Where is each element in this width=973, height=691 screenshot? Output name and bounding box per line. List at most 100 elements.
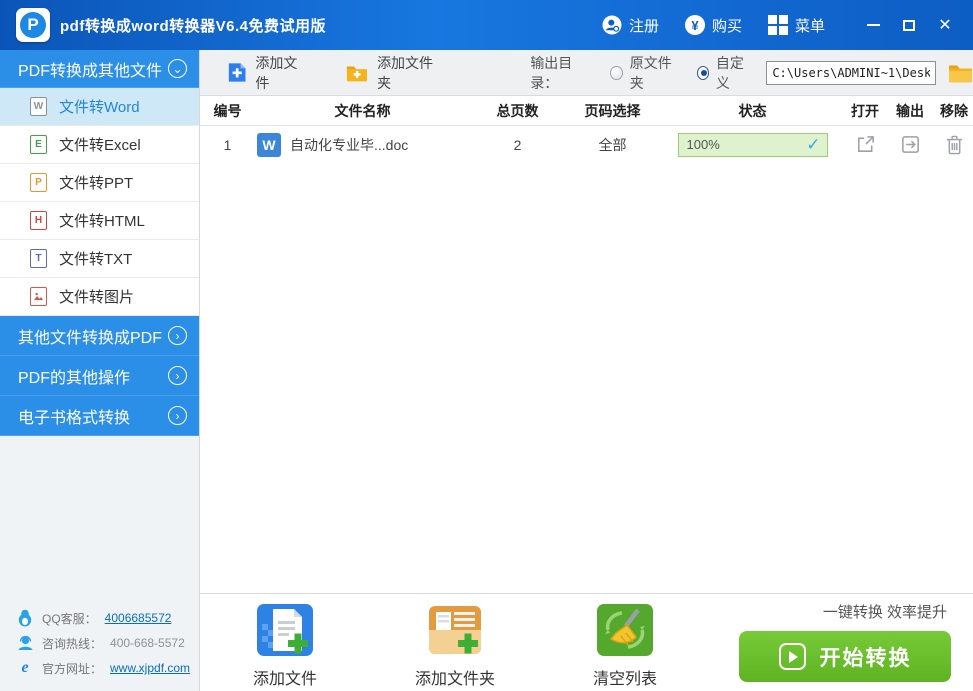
maximize-icon bbox=[903, 19, 915, 31]
close-button[interactable]: ✕ bbox=[927, 8, 963, 42]
output-dir-label: 输出目录： bbox=[530, 54, 573, 91]
add-folder-label: 添加文件夹 bbox=[377, 54, 434, 91]
col-filename: 文件名称 bbox=[334, 102, 391, 119]
sidebar-item-pdf-to-excel[interactable]: E 文件转Excel bbox=[0, 126, 199, 164]
table-header: 编号 文件名称 总页数 页码选择 状态 打开 输出 移除 bbox=[200, 96, 973, 126]
app-logo-p-icon: P bbox=[20, 12, 46, 38]
add-folder-button[interactable]: 添加文件夹 bbox=[346, 53, 438, 93]
row-status: 100% ✓ bbox=[660, 132, 845, 157]
sidebar-section-ebook[interactable]: 电子书格式转换 › bbox=[0, 396, 199, 436]
add-file-big-icon bbox=[257, 604, 313, 656]
ppt-doc-icon: P bbox=[30, 173, 47, 192]
toolbar: 添加文件 添加文件夹 输出目录： 原文件夹 自定义 C:\Users\ADMIN… bbox=[200, 50, 973, 96]
sidebar-item-pdf-to-ppt[interactable]: P 文件转PPT bbox=[0, 164, 199, 202]
qq-service-row: QQ客服： 4006685572 bbox=[16, 609, 199, 627]
app-window: P pdf转换成word转换器V6.4免费试用版 注册 ¥ 购买 菜单 ✕ PD… bbox=[0, 0, 973, 691]
open-external-icon bbox=[857, 136, 874, 152]
browser-e-icon: e bbox=[21, 659, 29, 676]
maximize-button[interactable] bbox=[891, 8, 927, 42]
row-pages: 2 bbox=[513, 136, 522, 153]
radio-checked-icon bbox=[696, 65, 709, 80]
sidebar-item-pdf-to-word[interactable]: W 文件转Word bbox=[0, 88, 199, 126]
radio-custom[interactable]: 自定义 bbox=[696, 53, 753, 93]
progress-percent: 100% bbox=[686, 137, 720, 152]
minimize-button[interactable] bbox=[855, 8, 891, 42]
remove-file-button[interactable] bbox=[935, 134, 973, 155]
table-row: 1 W 自动化专业毕...doc 2 全部 100% ✓ bbox=[200, 126, 973, 163]
clear-list-label: 清空列表 bbox=[592, 671, 657, 688]
folder-icon bbox=[949, 65, 972, 82]
radio-source-folder-label: 原文件夹 bbox=[629, 54, 672, 91]
minimize-icon bbox=[866, 24, 880, 26]
grid-menu-icon bbox=[767, 15, 788, 35]
chevron-down-icon: ⌄ bbox=[168, 59, 187, 78]
file-list-empty-area bbox=[200, 163, 973, 593]
add-folder-big-button[interactable]: 添加文件夹 bbox=[410, 600, 500, 689]
add-file-big-button[interactable]: 添加文件 bbox=[240, 600, 330, 689]
app-title: pdf转换成word转换器V6.4免费试用版 bbox=[60, 17, 327, 35]
headset-person-icon bbox=[16, 634, 34, 652]
hotline-number: 400-668-5572 bbox=[110, 636, 185, 650]
radio-custom-label: 自定义 bbox=[715, 54, 744, 91]
sidebar-section-pdf-ops[interactable]: PDF的其他操作 › bbox=[0, 356, 199, 396]
add-file-icon bbox=[228, 63, 246, 82]
col-index: 编号 bbox=[213, 102, 242, 119]
word-file-icon: W bbox=[257, 132, 281, 157]
bottombar: 添加文件 添加文件夹 清空列表 一键转换 效率提升 开始转换 bbox=[200, 593, 973, 691]
sidebar-section-other-to-pdf[interactable]: 其他文件转换成PDF › bbox=[0, 316, 199, 356]
col-output: 输出 bbox=[896, 102, 924, 119]
output-path-input[interactable] bbox=[766, 60, 936, 85]
app-logo-icon: P bbox=[16, 8, 50, 42]
add-folder-icon bbox=[347, 65, 368, 81]
sidebar-item-pdf-to-image[interactable]: 文件转图片 bbox=[0, 278, 199, 316]
progress-bar: 100% ✓ bbox=[677, 132, 828, 157]
sidebar-item-pdf-to-txt[interactable]: T 文件转TXT bbox=[0, 240, 199, 278]
excel-doc-icon: E bbox=[30, 135, 47, 154]
qq-number-link[interactable]: 4006685572 bbox=[105, 611, 172, 625]
check-icon: ✓ bbox=[806, 134, 821, 154]
sidebar-item-pdf-to-html[interactable]: H 文件转HTML bbox=[0, 202, 199, 240]
sidebar: PDF转换成其他文件 ⌄ W 文件转Word E 文件转Excel P 文件转P… bbox=[0, 50, 200, 691]
radio-source-folder[interactable]: 原文件夹 bbox=[610, 53, 678, 93]
html-doc-icon: H bbox=[30, 211, 47, 230]
website-link[interactable]: www.xjpdf.com bbox=[110, 661, 190, 675]
col-status: 状态 bbox=[738, 102, 767, 119]
website-row: e 官方网址： www.xjpdf.com bbox=[16, 659, 199, 677]
sidebar-item-label: 文件转图片 bbox=[59, 289, 135, 306]
hotline-row: 咨询热线： 400-668-5572 bbox=[16, 634, 199, 652]
browse-folder-button[interactable] bbox=[948, 63, 973, 83]
col-remove: 移除 bbox=[940, 102, 968, 119]
site-label: 官方网址： bbox=[42, 661, 103, 676]
add-file-button[interactable]: 添加文件 bbox=[228, 53, 304, 93]
export-arrow-icon bbox=[901, 136, 919, 153]
play-icon bbox=[778, 643, 806, 670]
txt-doc-icon: T bbox=[30, 249, 47, 268]
clear-list-button[interactable]: 清空列表 bbox=[580, 600, 670, 689]
output-file-button[interactable] bbox=[885, 134, 935, 155]
sidebar-filler bbox=[0, 436, 199, 609]
clear-list-broom-icon bbox=[597, 604, 653, 656]
qq-penguin-icon bbox=[16, 609, 34, 627]
col-open: 打开 bbox=[851, 102, 879, 119]
open-file-button[interactable] bbox=[845, 134, 885, 155]
row-page-select[interactable]: 全部 bbox=[565, 135, 660, 155]
sidebar-item-label: 文件转HTML bbox=[59, 213, 145, 230]
picture-icon bbox=[30, 287, 47, 306]
user-icon bbox=[602, 15, 622, 35]
add-file-label: 添加文件 bbox=[255, 54, 298, 91]
register-button[interactable]: 注册 bbox=[592, 9, 669, 42]
menu-label: 菜单 bbox=[794, 17, 825, 35]
sidebar-item-label: 文件转TXT bbox=[59, 251, 133, 268]
register-label: 注册 bbox=[628, 17, 659, 35]
section-label: 其他文件转换成PDF bbox=[18, 329, 163, 347]
menu-button[interactable]: 菜单 bbox=[758, 9, 835, 42]
yuan-coin-icon: ¥ bbox=[684, 15, 705, 35]
start-convert-button[interactable]: 开始转换 bbox=[739, 631, 951, 682]
titlebar: P pdf转换成word转换器V6.4免费试用版 注册 ¥ 购买 菜单 ✕ bbox=[0, 0, 973, 50]
sidebar-item-label: 文件转PPT bbox=[59, 175, 134, 192]
col-pages: 总页数 bbox=[496, 102, 539, 119]
sidebar-section-pdf-to-other[interactable]: PDF转换成其他文件 ⌄ bbox=[0, 50, 199, 88]
chevron-right-icon: › bbox=[168, 326, 187, 345]
buy-button[interactable]: ¥ 购买 bbox=[675, 9, 752, 42]
qq-label: QQ客服： bbox=[42, 611, 97, 626]
